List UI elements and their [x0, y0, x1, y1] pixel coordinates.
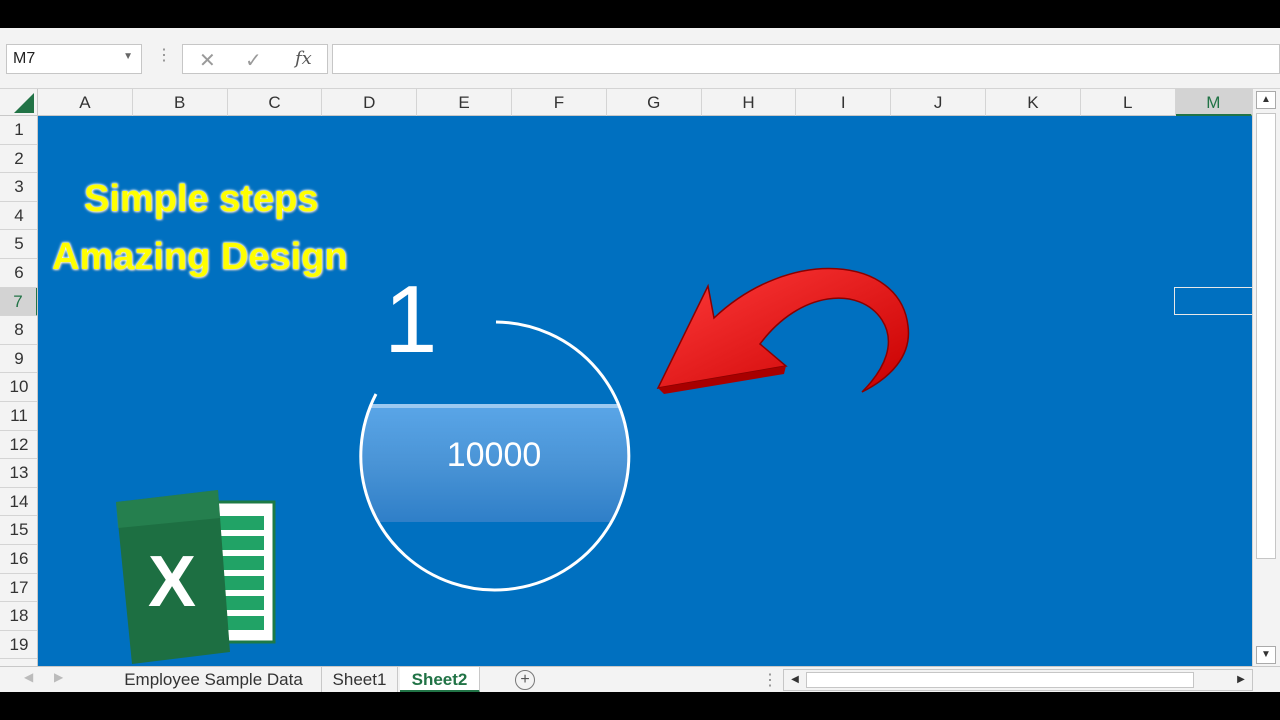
name-box-value: M7	[13, 50, 36, 67]
formula-input[interactable]	[332, 44, 1280, 74]
column-header-e[interactable]: E	[417, 89, 512, 116]
column-header-m[interactable]: M	[1175, 89, 1252, 116]
row-header-4[interactable]: 4	[0, 202, 37, 231]
column-header-a[interactable]: A	[38, 89, 133, 116]
chevron-down-icon[interactable]: ▼	[123, 51, 133, 62]
sheet-grid[interactable]: Simple steps Amazing Design 1 10000 X	[38, 116, 1252, 666]
column-header-g[interactable]: G	[607, 89, 702, 116]
scroll-up-icon[interactable]: ▲	[1256, 91, 1276, 109]
row-header-13[interactable]: 13	[0, 459, 37, 488]
sheet-tab-sheet1[interactable]: Sheet1	[322, 667, 398, 693]
title-line-1: Simple steps	[84, 178, 319, 220]
vertical-scroll-thumb[interactable]	[1256, 113, 1276, 559]
excel-window: M7 ▼ ⋮ ✕ ✓ fx ABCDEFGHIJKLM 1 2 3 4 5 6 7 8 9 10 1…	[0, 0, 1280, 720]
name-box[interactable]: M7 ▼	[6, 44, 142, 74]
cancel-icon[interactable]: ✕	[199, 48, 216, 73]
row-header-14[interactable]: 14	[0, 488, 37, 517]
row-header-8[interactable]: 8	[0, 316, 37, 345]
row-header-19[interactable]: 19	[0, 631, 37, 660]
formula-bar: M7 ▼ ⋮ ✕ ✓ fx	[0, 28, 1280, 89]
select-all-button[interactable]	[0, 89, 38, 116]
column-header-h[interactable]: H	[702, 89, 797, 116]
row-header-9[interactable]: 9	[0, 345, 37, 374]
row-header-10[interactable]: 10	[0, 373, 37, 402]
sheet-tab-sheet2[interactable]: Sheet2	[400, 667, 480, 693]
sheet-tab-employee-sample-data[interactable]: Employee Sample Data	[106, 667, 322, 693]
row-header-16[interactable]: 16	[0, 545, 37, 574]
select-all-triangle-icon	[14, 93, 34, 113]
prev-sheet-icon[interactable]: ◀	[24, 670, 33, 684]
column-header-i[interactable]: I	[796, 89, 892, 116]
row-header-6[interactable]: 6	[0, 259, 37, 288]
sheet-tab-bar: ◀ ▶ + ⋮ ◀ ▶ Employee Sample Data Sheet1 Sh…	[0, 666, 1280, 693]
add-sheet-button[interactable]: +	[515, 670, 535, 690]
row-header-15[interactable]: 15	[0, 516, 37, 545]
svg-text:X: X	[148, 542, 196, 622]
column-header-k[interactable]: K	[986, 89, 1081, 116]
column-headers: ABCDEFGHIJKLM	[0, 89, 1252, 116]
row-header-12[interactable]: 12	[0, 431, 37, 460]
next-sheet-icon[interactable]: ▶	[54, 670, 63, 684]
column-header-d[interactable]: D	[322, 89, 418, 116]
row-header-7[interactable]: 7	[0, 287, 37, 317]
red-curved-arrow-icon	[656, 267, 910, 394]
row-headers: 1 2 3 4 5 6 7 8 9 10 11 12 13 14 15 16 17 18 19	[0, 116, 38, 666]
row-header-3[interactable]: 3	[0, 173, 37, 202]
selected-cell-m7[interactable]	[1174, 287, 1252, 315]
drag-handle-icon[interactable]: ⋮	[156, 48, 172, 64]
gauge-value: 10000	[446, 436, 542, 474]
insert-function-icon[interactable]: fx	[295, 48, 312, 69]
row-header-2[interactable]: 2	[0, 145, 37, 174]
row-header-18[interactable]: 18	[0, 602, 37, 631]
column-header-b[interactable]: B	[133, 89, 228, 116]
scroll-down-icon[interactable]: ▼	[1256, 646, 1276, 664]
tab-split-handle-icon[interactable]: ⋮	[762, 670, 778, 690]
top-letterbox	[0, 0, 1280, 28]
scroll-right-icon[interactable]: ▶	[1232, 672, 1250, 688]
column-header-f[interactable]: F	[512, 89, 607, 116]
column-header-l[interactable]: L	[1081, 89, 1176, 116]
row-header-1[interactable]: 1	[0, 116, 37, 145]
column-header-j[interactable]: J	[891, 89, 986, 116]
column-header-c[interactable]: C	[228, 89, 323, 116]
row-header-5[interactable]: 5	[0, 230, 37, 259]
bottom-letterbox	[0, 692, 1280, 720]
title-line-2: Amazing Design	[52, 236, 348, 278]
excel-logo-icon: X	[116, 490, 276, 664]
horizontal-scroll-thumb[interactable]	[806, 672, 1194, 688]
row-header-17[interactable]: 17	[0, 574, 37, 603]
enter-icon[interactable]: ✓	[245, 48, 262, 73]
row-header-11[interactable]: 11	[0, 402, 37, 431]
scroll-left-icon[interactable]: ◀	[786, 672, 804, 688]
gauge-band-highlight	[360, 404, 628, 408]
horizontal-scrollbar[interactable]: ◀ ▶	[783, 669, 1253, 691]
formula-buttons: ✕ ✓ fx	[182, 44, 328, 74]
vertical-scrollbar[interactable]: ▲ ▼	[1252, 89, 1280, 666]
